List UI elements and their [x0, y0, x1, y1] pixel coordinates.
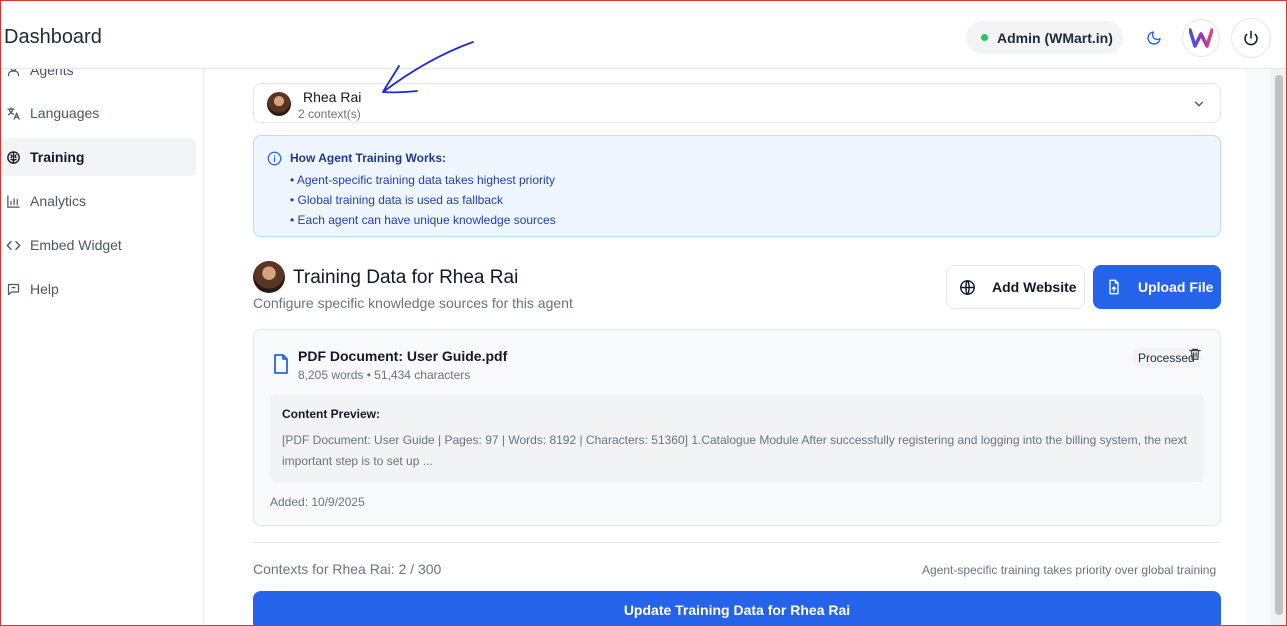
- preview-text: [PDF Document: User Guide | Pages: 97 | …: [282, 433, 1187, 468]
- theme-toggle-button[interactable]: [1138, 22, 1170, 54]
- priority-note: Agent-specific training takes priority o…: [922, 563, 1217, 577]
- agent-select[interactable]: Rhea Rai 2 context(s): [253, 83, 1221, 123]
- sidebar-item-label: Help: [30, 281, 59, 297]
- document-card: PDF Document: User Guide.pdf 8,205 words…: [253, 329, 1221, 526]
- brain-icon: [7, 150, 20, 164]
- sidebar-item-analytics[interactable]: Analytics: [0, 182, 196, 220]
- document-meta: 8,205 words • 51,434 characters: [298, 368, 471, 382]
- page-title: Dashboard: [4, 26, 102, 48]
- globe-icon: [960, 279, 975, 295]
- info-bullet: • Each agent can have unique knowledge s…: [290, 213, 556, 227]
- bar-chart-icon: [7, 194, 20, 208]
- trash-icon[interactable]: [1188, 346, 1202, 362]
- sidebar: Agents Languages Training Analytics Embe…: [0, 62, 204, 626]
- sidebar-item-label: Embed Widget: [30, 237, 122, 253]
- code-icon: [6, 240, 21, 250]
- document-added-date: Added: 10/9/2025: [270, 495, 365, 509]
- logout-button[interactable]: [1231, 18, 1271, 58]
- main-area: Rhea Rai 2 context(s) How Agent Training…: [205, 69, 1287, 626]
- add-website-label: Add Website: [992, 279, 1077, 295]
- info-list: • Agent-specific training data takes hig…: [290, 170, 556, 230]
- scrollbar-thumb[interactable]: [1275, 75, 1283, 615]
- training-agent-avatar: [253, 261, 285, 293]
- add-website-button[interactable]: Add Website: [946, 265, 1085, 309]
- upload-file-label: Upload File: [1138, 279, 1214, 295]
- file-upload-icon: [1109, 279, 1119, 295]
- info-icon: [267, 151, 282, 166]
- context-count: Contexts for Rhea Rai: 2 / 300: [253, 561, 442, 577]
- sidebar-item-label: Training: [30, 149, 85, 165]
- agent-context-count: 2 context(s): [298, 107, 361, 121]
- translate-icon: [7, 106, 20, 120]
- agent-name: Rhea Rai: [303, 89, 362, 105]
- info-bullet: • Global training data is used as fallba…: [290, 193, 503, 207]
- document-title: PDF Document: User Guide.pdf: [298, 348, 508, 364]
- training-title: Training Data for Rhea Rai: [293, 267, 519, 288]
- training-panel: Rhea Rai 2 context(s) How Agent Training…: [205, 69, 1246, 626]
- top-header: Dashboard Admin (WMart.in): [0, 0, 1287, 69]
- document-icon: [274, 354, 288, 374]
- sidebar-item-training[interactable]: Training: [0, 138, 196, 176]
- online-status-dot: [981, 34, 988, 41]
- chevron-down-icon: [1194, 101, 1204, 107]
- info-title: How Agent Training Works:: [290, 151, 447, 165]
- update-training-button[interactable]: Update Training Data for Rhea Rai: [253, 591, 1221, 626]
- message-icon: [7, 283, 20, 295]
- training-subtitle: Configure specific knowledge sources for…: [253, 295, 573, 311]
- sidebar-item-languages[interactable]: Languages: [0, 94, 196, 132]
- admin-status-label: Admin (WMart.in): [997, 29, 1113, 46]
- admin-status-badge[interactable]: Admin (WMart.in): [966, 21, 1123, 54]
- power-icon: [1244, 30, 1258, 46]
- training-info-box: How Agent Training Works: • Agent-specif…: [253, 135, 1221, 237]
- sidebar-item-help[interactable]: Help: [0, 270, 196, 308]
- preview-label: Content Preview:: [282, 407, 381, 421]
- wmart-logo-icon: [1189, 28, 1213, 48]
- moon-icon: [1147, 31, 1161, 45]
- sidebar-item-label: Analytics: [30, 193, 87, 209]
- content-preview: Content Preview: [PDF Document: User Gui…: [270, 394, 1204, 482]
- upload-file-button[interactable]: Upload File: [1093, 265, 1221, 309]
- wmart-logo-button[interactable]: [1182, 19, 1220, 57]
- sidebar-item-embed-widget[interactable]: Embed Widget: [0, 226, 196, 264]
- divider: [253, 542, 1221, 543]
- info-bullet: • Agent-specific training data takes hig…: [290, 173, 556, 187]
- agent-avatar: [267, 92, 291, 116]
- sidebar-item-label: Languages: [30, 105, 100, 121]
